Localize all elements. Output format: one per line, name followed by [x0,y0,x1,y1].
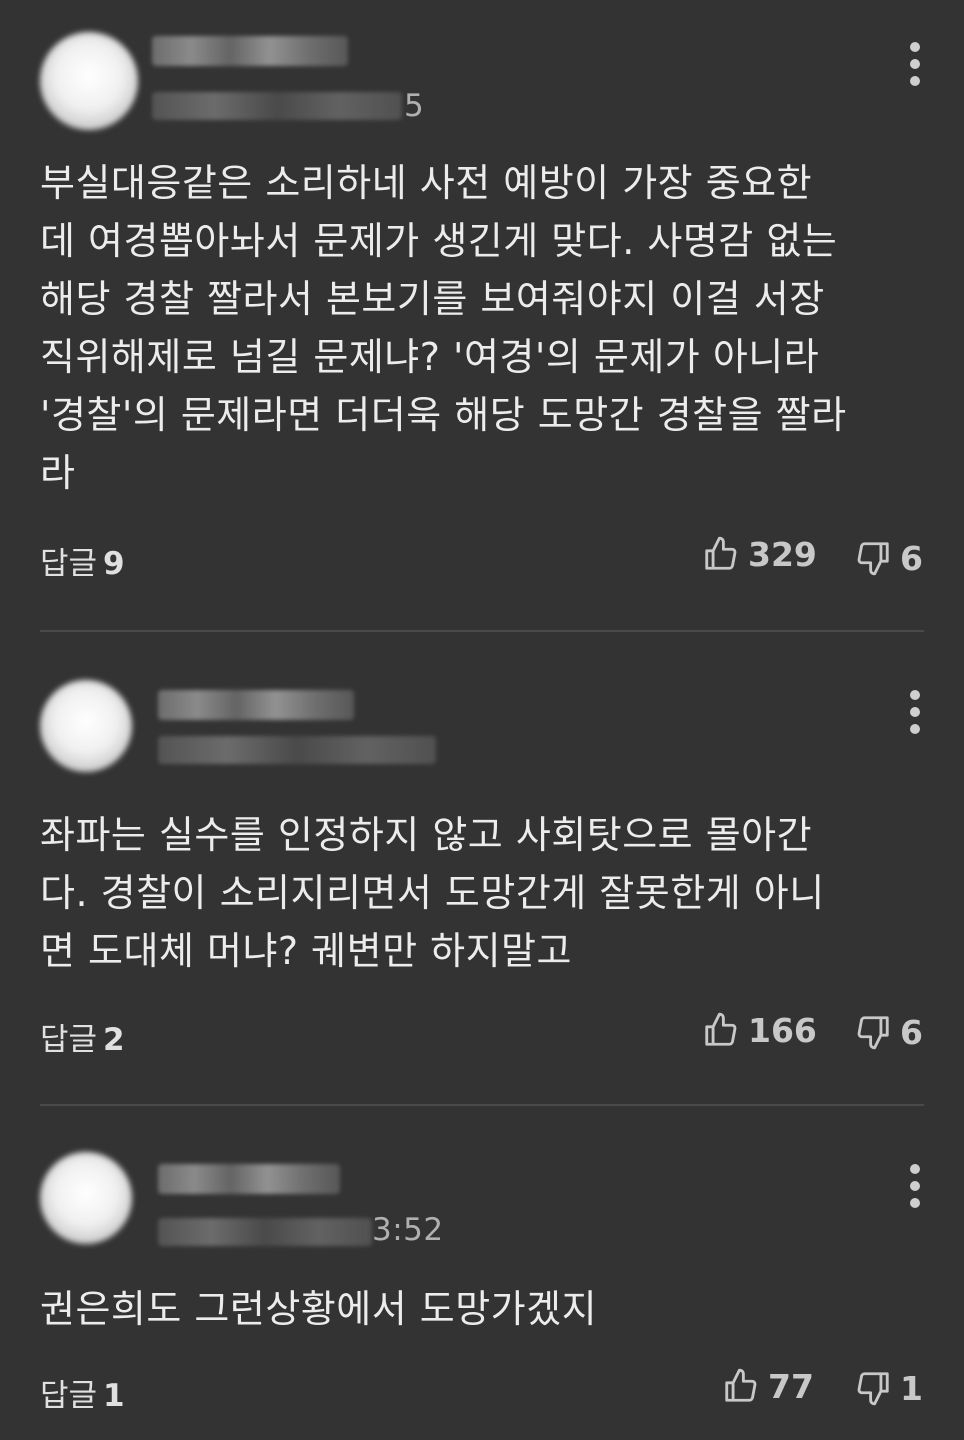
comment-text: 좌파는 실수를 인정하지 않고 사회탓으로 몰아간 다. 경찰이 소리지리면서 … [40,813,825,973]
author-name-blurred[interactable] [158,1164,340,1194]
thumbs-down-icon [857,1016,889,1050]
replies-button[interactable]: 답글 1 [40,1370,125,1415]
replies-label: 답글 [40,1378,98,1414]
replies-button[interactable]: 답글 9 [40,538,125,583]
more-options-icon[interactable] [908,42,922,92]
like-button[interactable]: 329 [702,534,817,574]
comment-text: 부실대응같은 소리하네 사전 예방이 가장 중요한 데 여경뽑아놔서 문제가 생… [40,161,847,495]
like-count: 77 [768,1366,814,1406]
replies-label: 답글 [40,546,98,582]
thumbs-up-icon [705,536,737,570]
timestamp-tail: 5 [404,88,425,124]
dislike-button[interactable]: 1 [854,1368,923,1408]
comment-item: 5 부실대응같은 소리하네 사전 예방이 가장 중요한 데 여경뽑아놔서 문제가… [0,0,964,632]
avatar[interactable] [40,680,132,772]
like-button[interactable]: 166 [702,1010,817,1050]
comment-text: 권은희도 그런상황에서 도망가겠지 [40,1287,598,1331]
like-count: 166 [748,1010,817,1050]
thumbs-down-icon [857,542,889,576]
more-options-icon[interactable] [908,690,922,740]
replies-count: 1 [103,1378,125,1414]
like-count: 329 [748,534,817,574]
thumbs-up-icon [705,1012,737,1046]
like-button[interactable]: 77 [722,1366,814,1406]
avatar[interactable] [40,32,138,130]
dislike-count: 6 [900,1012,923,1052]
thumbs-up-icon [725,1368,757,1402]
thumbs-down-icon [857,1372,889,1406]
avatar[interactable] [40,1152,132,1244]
timestamp-blurred [158,736,436,764]
replies-label: 답글 [40,1022,98,1058]
timestamp-blurred [152,92,402,120]
replies-count: 9 [103,546,125,582]
more-options-icon[interactable] [908,1164,922,1214]
timestamp-tail: 3:52 [372,1212,444,1248]
author-name-blurred[interactable] [152,36,348,66]
dislike-button[interactable]: 6 [854,1012,923,1052]
author-name-blurred[interactable] [158,690,354,720]
timestamp-blurred [158,1218,372,1246]
dislike-count: 1 [900,1368,923,1408]
replies-count: 2 [103,1022,125,1058]
replies-button[interactable]: 답글 2 [40,1014,125,1059]
dislike-button[interactable]: 6 [854,538,923,578]
comment-item: 좌파는 실수를 인정하지 않고 사회탓으로 몰아간 다. 경찰이 소리지리면서 … [0,632,964,1106]
comment-item: 3:52 권은희도 그런상황에서 도망가겠지 답글 1 77 1 [0,1106,964,1440]
dislike-count: 6 [900,538,923,578]
